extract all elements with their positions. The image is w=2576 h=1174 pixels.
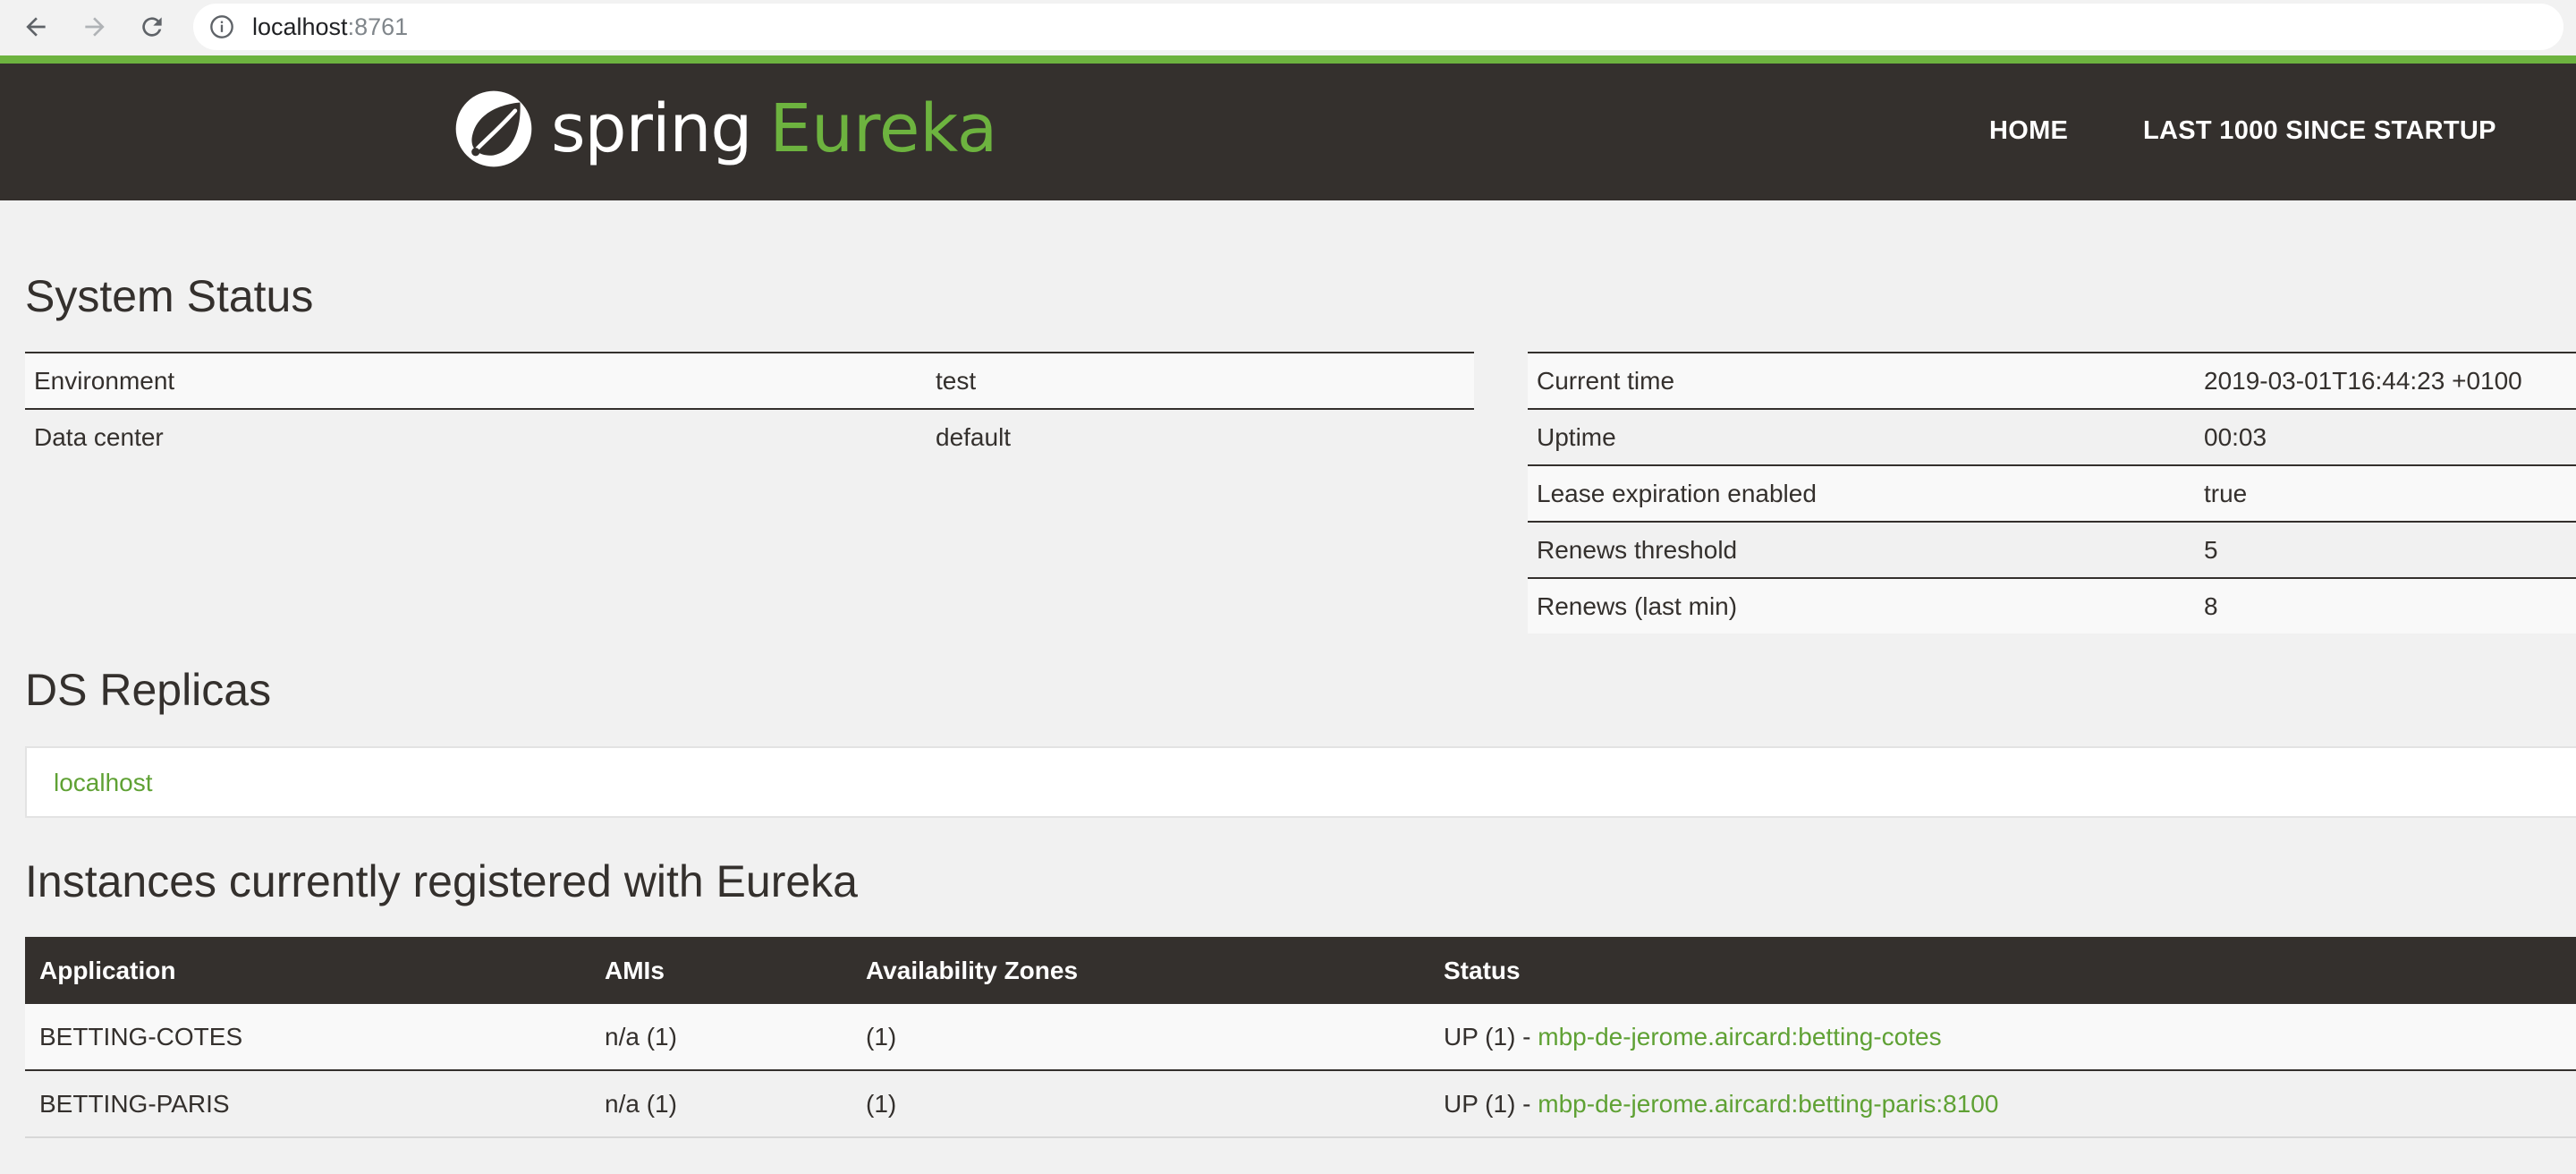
info-icon[interactable] (209, 14, 234, 39)
forward-icon[interactable] (75, 7, 114, 47)
column-header-availability-zones: Availability Zones (852, 937, 1429, 1004)
status-value: 2019-03-01T16:44:23 +0100 (2195, 353, 2576, 409)
table-row: Lease expiration enabled true (1528, 465, 2576, 522)
back-icon[interactable] (16, 7, 55, 47)
status-key: Lease expiration enabled (1528, 465, 2195, 522)
brand-strip (0, 55, 2576, 64)
status-value: test (927, 353, 1474, 409)
top-navbar: spring Eureka HOME LAST 1000 SINCE START… (0, 64, 2576, 200)
logo-spring-text: spring (551, 90, 752, 167)
table-header-row: Application AMIs Availability Zones Stat… (25, 937, 2576, 1004)
address-bar[interactable]: localhost:8761 (193, 4, 2563, 50)
application-cell: BETTING-COTES (25, 1004, 590, 1071)
column-header-status: Status (1429, 937, 2576, 1004)
instance-link[interactable]: mbp-de-jerome.aircard:betting-cotes (1538, 1023, 1941, 1051)
status-key: Environment (25, 353, 927, 409)
status-value: 00:03 (2195, 409, 2576, 465)
nav-home-link[interactable]: HOME (1989, 115, 2068, 146)
zones-cell: (1) (852, 1004, 1429, 1071)
logo-eureka-text: Eureka (769, 90, 998, 167)
status-prefix: UP (1) - (1444, 1022, 1538, 1051)
table-row: Current time 2019-03-01T16:44:23 +0100 (1528, 353, 2576, 409)
status-key: Data center (25, 409, 927, 464)
ds-replicas-list: localhost (25, 746, 2576, 818)
zones-cell: (1) (852, 1070, 1429, 1138)
table-row: Data center default (25, 409, 1474, 464)
ds-replicas-heading: DS Replicas (25, 665, 272, 715)
amis-cell: n/a (1) (590, 1004, 852, 1071)
status-value: 8 (2195, 578, 2576, 634)
table-row: BETTING-PARIS n/a (1) (1) UP (1) - mbp-d… (25, 1070, 2576, 1138)
spring-eureka-logo[interactable]: spring Eureka (453, 84, 997, 174)
url-host: localhost (252, 13, 348, 40)
application-cell: BETTING-PARIS (25, 1070, 590, 1138)
instance-link[interactable]: mbp-de-jerome.aircard:betting-paris:8100 (1538, 1090, 1998, 1118)
spring-leaf-icon (455, 90, 532, 167)
nav-last-1000-link[interactable]: LAST 1000 SINCE STARTUP (2143, 115, 2496, 146)
status-key: Uptime (1528, 409, 2195, 465)
instances-table: Application AMIs Availability Zones Stat… (25, 937, 2576, 1138)
table-row: BETTING-COTES n/a (1) (1) UP (1) - mbp-d… (25, 1004, 2576, 1071)
status-value: true (2195, 465, 2576, 522)
table-row: Environment test (25, 353, 1474, 409)
system-status-left-table: Environment test Data center default (25, 352, 1474, 464)
column-header-application: Application (25, 937, 590, 1004)
browser-toolbar: localhost:8761 (0, 0, 2576, 56)
url-port: :8761 (347, 13, 409, 40)
status-value: 5 (2195, 522, 2576, 578)
instances-heading: Instances currently registered with Eure… (25, 856, 858, 906)
url-text: localhost:8761 (252, 13, 408, 41)
status-value: default (927, 409, 1474, 464)
replica-link-localhost[interactable]: localhost (54, 768, 153, 798)
amis-cell: n/a (1) (590, 1070, 852, 1138)
reload-icon[interactable] (132, 7, 172, 47)
status-prefix: UP (1) - (1444, 1089, 1538, 1118)
system-status-heading: System Status (25, 271, 314, 321)
status-key: Renews threshold (1528, 522, 2195, 578)
table-row: Renews threshold 5 (1528, 522, 2576, 578)
status-cell: UP (1) - mbp-de-jerome.aircard:betting-p… (1429, 1070, 2576, 1138)
system-status-right-table: Current time 2019-03-01T16:44:23 +0100 U… (1528, 352, 2576, 634)
table-row: Renews (last min) 8 (1528, 578, 2576, 634)
status-key: Current time (1528, 353, 2195, 409)
column-header-amis: AMIs (590, 937, 852, 1004)
status-cell: UP (1) - mbp-de-jerome.aircard:betting-c… (1429, 1004, 2576, 1071)
status-key: Renews (last min) (1528, 578, 2195, 634)
table-row: Uptime 00:03 (1528, 409, 2576, 465)
